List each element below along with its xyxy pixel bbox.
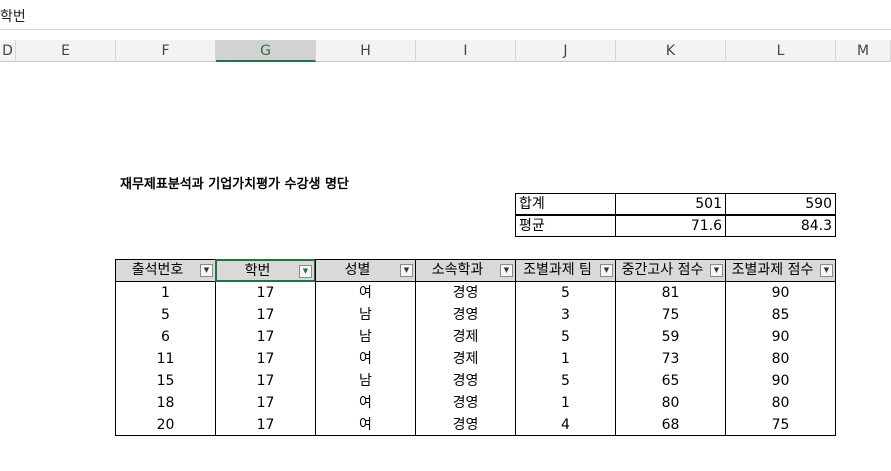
header-midterm-score[interactable]: 중간고사 점수 ▼: [615, 259, 726, 282]
table-cell[interactable]: 75: [726, 414, 835, 436]
formula-bar[interactable]: 학번: [0, 0, 891, 30]
table-cell[interactable]: 90: [726, 370, 835, 392]
header-student-id[interactable]: 학번 ▼: [215, 259, 316, 282]
filter-dropdown-icon[interactable]: ▼: [500, 264, 513, 277]
header-team[interactable]: 조별과제 팀 ▼: [515, 259, 616, 282]
filter-dropdown-icon[interactable]: ▼: [200, 264, 213, 277]
column-header-row: D E F G H I J K L M: [0, 40, 891, 62]
table-cell[interactable]: 경영: [416, 414, 515, 436]
formula-bar-content[interactable]: 학번: [0, 6, 26, 26]
table-cell[interactable]: 5: [516, 282, 615, 304]
table-cell[interactable]: 1: [516, 392, 615, 414]
column-header-j[interactable]: J: [516, 40, 616, 62]
column-header-d[interactable]: D: [0, 40, 16, 62]
table-cell[interactable]: 1: [116, 282, 215, 304]
filter-dropdown-icon[interactable]: ▼: [820, 264, 833, 277]
table-cell[interactable]: 여: [316, 392, 415, 414]
table-cell[interactable]: 경제: [416, 348, 515, 370]
table-cell[interactable]: 경영: [416, 370, 515, 392]
header-label: 성별: [344, 262, 371, 278]
header-label: 중간고사 점수: [621, 262, 704, 278]
sheet-title[interactable]: 재무제표분석과 기업가치평가 수강생 명단: [120, 173, 349, 192]
column-header-k[interactable]: K: [616, 40, 726, 62]
table-cell[interactable]: 11: [116, 348, 215, 370]
filter-active-icon[interactable]: ▼: [299, 265, 312, 278]
table-cell[interactable]: 여: [316, 414, 415, 436]
header-gender[interactable]: 성별 ▼: [315, 259, 416, 282]
column-department: 경영 경영 경제 경제 경영 경영 경영: [416, 282, 516, 436]
table-cell[interactable]: 17: [216, 348, 315, 370]
table-cell[interactable]: 65: [616, 370, 725, 392]
table-cell[interactable]: 15: [116, 370, 215, 392]
header-team-score[interactable]: 조별과제 점수 ▼: [725, 259, 836, 282]
column-student-id: 17 17 17 17 17 17 17: [216, 282, 316, 436]
table-cell[interactable]: 남: [316, 304, 415, 326]
filter-dropdown-icon[interactable]: ▼: [600, 264, 613, 277]
table-cell[interactable]: 여: [316, 348, 415, 370]
table-cell[interactable]: 4: [516, 414, 615, 436]
table-cell[interactable]: 경영: [416, 304, 515, 326]
table-cell[interactable]: 17: [216, 370, 315, 392]
filter-dropdown-icon[interactable]: ▼: [710, 264, 723, 277]
table-cell[interactable]: 경영: [416, 392, 515, 414]
table-cell[interactable]: 81: [616, 282, 725, 304]
table-cell[interactable]: 5: [516, 326, 615, 348]
column-header-l[interactable]: L: [726, 40, 836, 62]
table-cell[interactable]: 90: [726, 282, 835, 304]
column-attendance-no: 1 5 6 11 15 18 20: [116, 282, 216, 436]
header-department[interactable]: 소속학과 ▼: [415, 259, 516, 282]
table-cell[interactable]: 85: [726, 304, 835, 326]
table-cell[interactable]: 남: [316, 370, 415, 392]
table-cell[interactable]: 경제: [416, 326, 515, 348]
table-cell[interactable]: 80: [726, 348, 835, 370]
column-header-e[interactable]: E: [16, 40, 116, 62]
table-cell[interactable]: 17: [216, 282, 315, 304]
table-cell[interactable]: 73: [616, 348, 725, 370]
column-gender: 여 남 남 여 남 여 여: [316, 282, 416, 436]
table-cell[interactable]: 남: [316, 326, 415, 348]
column-header-i[interactable]: I: [416, 40, 516, 62]
table-cell[interactable]: 80: [726, 392, 835, 414]
table-cell[interactable]: 경영: [416, 282, 515, 304]
table-cell[interactable]: 17: [216, 392, 315, 414]
summary-total-l[interactable]: 590: [725, 193, 836, 215]
header-label: 조별과제 팀: [523, 262, 592, 278]
header-attendance-no[interactable]: 출석번호 ▼: [115, 259, 216, 282]
table-cell[interactable]: 17: [216, 414, 315, 436]
header-label: 출석번호: [131, 262, 184, 278]
summary-total-k[interactable]: 501: [615, 193, 726, 215]
table-cell[interactable]: 3: [516, 304, 615, 326]
column-header-h[interactable]: H: [316, 40, 416, 62]
column-team-score: 90 85 90 80 90 80 75: [726, 282, 836, 436]
table-cell[interactable]: 20: [116, 414, 215, 436]
header-label: 소속학과: [431, 262, 484, 278]
table-cell[interactable]: 18: [116, 392, 215, 414]
summary-label-average[interactable]: 평균: [515, 215, 616, 237]
column-header-m[interactable]: M: [836, 40, 891, 62]
header-label: 학번: [244, 263, 271, 279]
table-cell[interactable]: 80: [616, 392, 725, 414]
summary-label-total[interactable]: 합계: [515, 193, 616, 215]
table-cell[interactable]: 75: [616, 304, 725, 326]
column-team: 5 3 5 1 5 1 4: [516, 282, 616, 436]
summary-average-k[interactable]: 71.6: [615, 215, 726, 237]
student-table-body: 1 5 6 11 15 18 20 17 17 17 17 17 17 17 여…: [115, 282, 836, 436]
table-cell[interactable]: 68: [616, 414, 725, 436]
column-header-f[interactable]: F: [116, 40, 216, 62]
table-cell[interactable]: 17: [216, 304, 315, 326]
header-label: 조별과제 점수: [731, 262, 814, 278]
table-cell[interactable]: 6: [116, 326, 215, 348]
table-cell[interactable]: 90: [726, 326, 835, 348]
table-cell[interactable]: 59: [616, 326, 725, 348]
table-cell[interactable]: 여: [316, 282, 415, 304]
table-cell[interactable]: 1: [516, 348, 615, 370]
table-cell[interactable]: 5: [116, 304, 215, 326]
table-cell[interactable]: 17: [216, 326, 315, 348]
summary-average-l[interactable]: 84.3: [725, 215, 836, 237]
column-header-g[interactable]: G: [216, 40, 316, 62]
table-cell[interactable]: 5: [516, 370, 615, 392]
column-midterm-score: 81 75 59 73 65 80 68: [616, 282, 726, 436]
filter-dropdown-icon[interactable]: ▼: [400, 264, 413, 277]
